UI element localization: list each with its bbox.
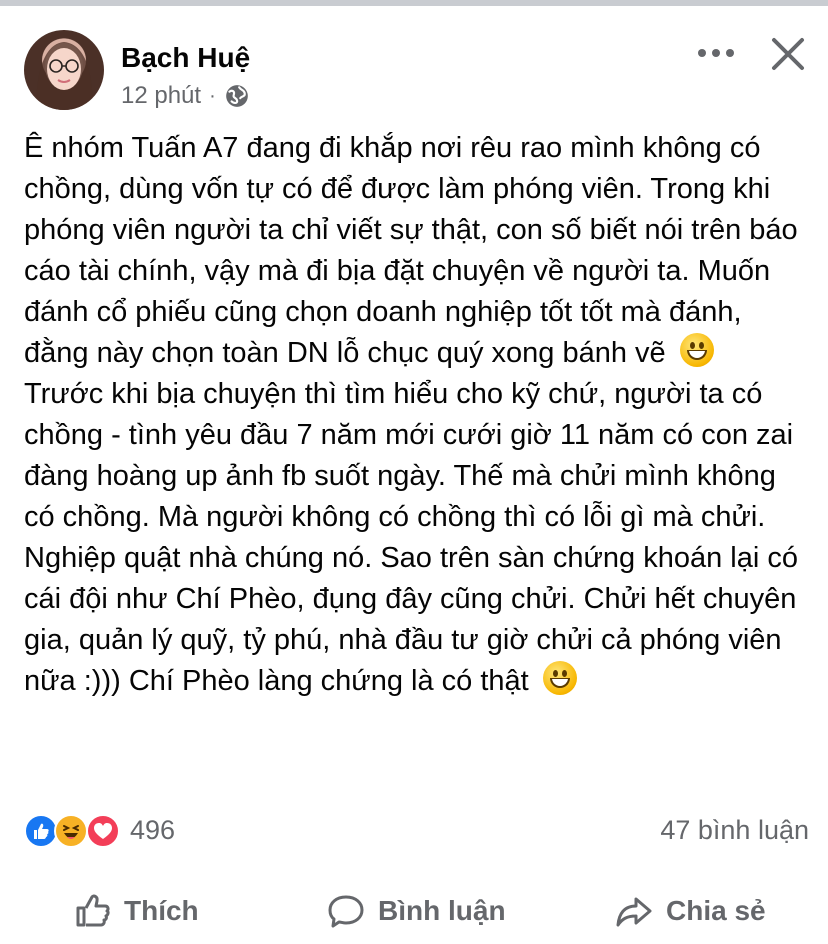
post-paragraph-1-text: Ê nhóm Tuấn A7 đang đi khắp nơi rêu rao …: [24, 132, 798, 369]
avatar[interactable]: [24, 30, 104, 110]
post-time[interactable]: 12 phút: [121, 82, 201, 110]
comment-button[interactable]: Bình luận: [326, 888, 506, 934]
like-label: Thích: [124, 895, 199, 926]
reaction-icons[interactable]: [24, 814, 124, 848]
post-actions: Thích Bình luận Chia sẻ: [0, 880, 828, 944]
post-paragraph-2-text: Trước khi bịa chuyện thì tìm hiểu cho kỹ…: [24, 378, 798, 697]
post-text: Ê nhóm Tuấn A7 đang đi khắp nơi rêu rao …: [24, 128, 809, 702]
share-label: Chia sẻ: [666, 895, 766, 926]
author-name[interactable]: Bạch Huệ: [121, 42, 250, 74]
comment-label: Bình luận: [378, 895, 506, 926]
grinning-face-emoji-icon: [679, 333, 714, 367]
post-header: Bạch Huệ 12 phút ·: [0, 24, 828, 114]
share-arrow-icon: [616, 897, 652, 927]
post-paragraph-1: Ê nhóm Tuấn A7 đang đi khắp nơi rêu rao …: [24, 128, 809, 374]
like-icon: [24, 814, 58, 848]
love-icon: [86, 814, 120, 848]
reaction-count[interactable]: 496: [130, 815, 175, 846]
thumbs-up-icon: [76, 894, 110, 927]
like-button[interactable]: Thích: [72, 888, 199, 934]
comment-bubble-icon: [328, 895, 364, 928]
top-divider: [0, 0, 828, 6]
more-options-button[interactable]: [693, 37, 739, 69]
grinning-face-emoji-icon: [542, 661, 577, 695]
more-dots-icon: [698, 49, 734, 57]
meta-separator: ·: [209, 84, 216, 107]
close-icon: [772, 38, 804, 70]
globe-icon: [225, 85, 248, 107]
reactions-row: 496 47 bình luận: [24, 810, 809, 850]
comment-count[interactable]: 47 bình luận: [660, 815, 809, 846]
post-paragraph-2: Trước khi bịa chuyện thì tìm hiểu cho kỹ…: [24, 374, 809, 702]
close-button[interactable]: [766, 32, 810, 76]
haha-icon: [54, 814, 88, 848]
avatar-photo: [36, 42, 93, 110]
share-button[interactable]: Chia sẻ: [614, 888, 766, 934]
post-meta: 12 phút ·: [121, 82, 250, 110]
